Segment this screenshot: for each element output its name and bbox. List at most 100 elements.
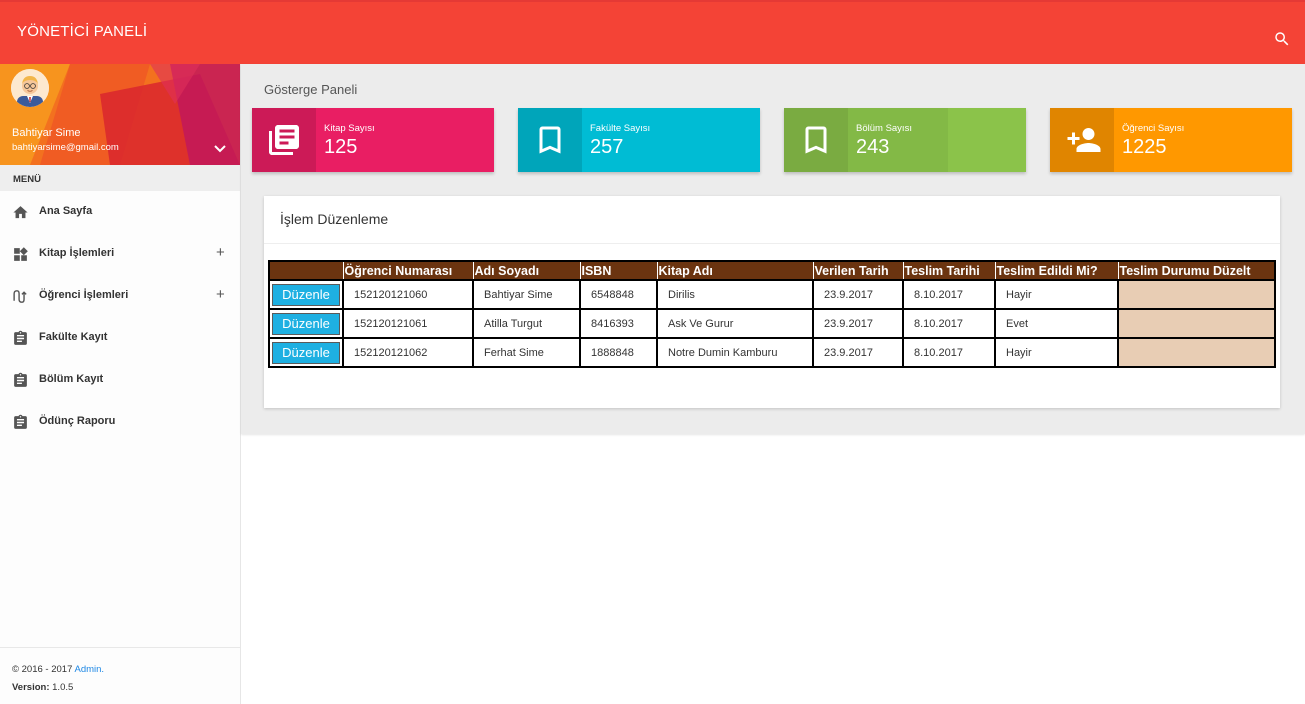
info-box-label: Öğrenci Sayısı — [1122, 123, 1185, 134]
top-bar: YÖNETİCİ PANELİ — [0, 0, 1305, 64]
fix-status-cell[interactable] — [1117, 279, 1276, 310]
sidebar-item-label: Kitap İşlemleri — [39, 247, 115, 259]
column-header: ISBN — [580, 261, 658, 280]
sidebar-item-label: Ana Sayfa — [39, 205, 93, 217]
sidebar-item-ogrenci-islemleri[interactable]: Öğrenci İşlemleri + — [0, 275, 240, 317]
isbn-cell: 8416393 — [579, 308, 658, 339]
info-box-label: Bölüm Sayısı — [856, 123, 912, 134]
book-title-cell: Notre Dumin Kamburu — [656, 337, 814, 368]
search-icon[interactable] — [1273, 30, 1291, 48]
info-box-value: 125 — [324, 136, 358, 158]
info-box-icon-area — [518, 108, 582, 172]
sidebar-item-kitap-islemleri[interactable]: Kitap İşlemleri + — [0, 233, 240, 275]
sidebar-item-fakulte-kayit[interactable]: Fakülte Kayıt — [0, 317, 240, 359]
student-number-cell: 152120121060 — [342, 279, 474, 310]
version-label: Version: — [12, 682, 50, 693]
bookmark-icon — [539, 126, 561, 154]
table-row: Düzenle 152120121060 Bahtiyar Sime 65488… — [268, 279, 1276, 310]
page-title: Gösterge Paneli — [264, 82, 358, 97]
column-header: Öğrenci Numarası — [343, 261, 474, 280]
returned-status-cell: Evet — [994, 308, 1119, 339]
fix-status-cell[interactable] — [1117, 308, 1276, 339]
name-cell: Ferhat Sime — [472, 337, 581, 368]
sidebar-footer: © 2016 - 2017 Admin. Version: 1.0.5 — [0, 647, 240, 697]
edit-button[interactable]: Düzenle — [272, 283, 340, 306]
table-row: Düzenle 152120121061 Atilla Turgut 84163… — [268, 308, 1276, 339]
copyright-line: © 2016 - 2017 Admin. — [12, 661, 240, 679]
column-header: Verilen Tarih — [813, 261, 904, 280]
column-header-actions — [269, 261, 344, 280]
version-line: Version: 1.0.5 — [12, 679, 240, 697]
isbn-cell: 6548848 — [579, 279, 658, 310]
sidebar-item-label: Öğrenci İşlemleri — [39, 289, 129, 301]
isbn-cell: 1888848 — [579, 337, 658, 368]
info-box-icon-area — [1050, 108, 1114, 172]
info-box-fakulte[interactable]: Fakülte Sayısı 257 — [518, 108, 760, 172]
main-content: Gösterge Paneli Kitap Sayısı 125 Fakülte… — [241, 64, 1305, 434]
card-divider — [264, 243, 1280, 244]
edit-button[interactable]: Düzenle — [272, 312, 340, 335]
chevron-down-icon[interactable] — [213, 144, 227, 154]
return-date-cell: 8.10.2017 — [902, 308, 996, 339]
info-box-ogrenci[interactable]: Öğrenci Sayısı 1225 — [1050, 108, 1292, 172]
sidebar-item-bolum-kayit[interactable]: Bölüm Kayıt — [0, 359, 240, 401]
column-header: Kitap Adı — [657, 261, 814, 280]
issue-date-cell: 23.9.2017 — [812, 279, 904, 310]
info-box-value: 257 — [590, 136, 624, 158]
table-row: Düzenle 152120121062 Ferhat Sime 1888848… — [268, 337, 1276, 368]
return-date-cell: 8.10.2017 — [902, 337, 996, 368]
info-box-label: Kitap Sayısı — [324, 123, 375, 134]
copyright-text: © 2016 - 2017 — [12, 664, 73, 675]
info-box-label: Fakülte Sayısı — [590, 123, 651, 134]
timeline-icon — [13, 290, 27, 303]
info-box-value: 1225 — [1122, 136, 1167, 158]
fix-status-cell[interactable] — [1117, 337, 1276, 368]
book-title-cell: Ask Ve Gurur — [656, 308, 814, 339]
person-add-icon — [1067, 128, 1101, 152]
edit-button[interactable]: Düzenle — [272, 341, 340, 364]
version-value: 1.0.5 — [52, 682, 74, 693]
sidebar-item-odunc-raporu[interactable]: Ödünç Raporu — [0, 401, 240, 443]
returned-status-cell: Hayir — [994, 279, 1119, 310]
name-cell: Bahtiyar Sime — [472, 279, 581, 310]
name-cell: Atilla Turgut — [472, 308, 581, 339]
clipboard-icon — [14, 372, 27, 387]
transaction-edit-card: İşlem Düzenleme Öğrenci Numarası Adı Soy… — [264, 196, 1280, 408]
bookmark-icon — [805, 126, 827, 154]
home-icon — [13, 206, 28, 219]
sidebar-item-label: Ödünç Raporu — [39, 415, 116, 427]
user-name: Bahtiyar Sime — [12, 127, 81, 139]
transactions-table: Öğrenci Numarası Adı Soyadı ISBN Kitap A… — [268, 260, 1276, 368]
info-box-icon-area — [784, 108, 848, 172]
expand-plus-icon[interactable]: + — [216, 244, 225, 261]
issue-date-cell: 23.9.2017 — [812, 337, 904, 368]
sidebar-item-label: Bölüm Kayıt — [39, 373, 104, 385]
menu-header: MENÜ — [0, 165, 240, 191]
sidebar-item-label: Fakülte Kayıt — [39, 331, 108, 343]
column-header: Teslim Tarihi — [903, 261, 996, 280]
action-cell: Düzenle — [268, 337, 344, 368]
action-cell: Düzenle — [268, 279, 344, 310]
expand-plus-icon[interactable]: + — [216, 286, 225, 303]
admin-link[interactable]: Admin. — [74, 664, 104, 675]
book-title-cell: Dirilis — [656, 279, 814, 310]
student-number-cell: 152120121061 — [342, 308, 474, 339]
widgets-icon — [14, 247, 28, 261]
library-books-icon — [269, 125, 299, 155]
clipboard-icon — [14, 330, 27, 345]
returned-status-cell: Hayir — [994, 337, 1119, 368]
user-email: bahtiyarsime@gmail.com — [12, 142, 119, 153]
table-header-row: Öğrenci Numarası Adı Soyadı ISBN Kitap A… — [269, 261, 1276, 280]
info-box-icon-area — [252, 108, 316, 172]
app-title: YÖNETİCİ PANELİ — [17, 23, 148, 40]
column-header: Adı Soyadı — [473, 261, 581, 280]
info-box-kitap[interactable]: Kitap Sayısı 125 — [252, 108, 494, 172]
info-box-bolum[interactable]: Bölüm Sayısı 243 — [784, 108, 1026, 172]
sidebar-item-ana-sayfa[interactable]: Ana Sayfa — [0, 191, 240, 233]
avatar[interactable] — [11, 69, 49, 107]
user-info-panel: Bahtiyar Sime bahtiyarsime@gmail.com — [0, 64, 240, 165]
action-cell: Düzenle — [268, 308, 344, 339]
column-header: Teslim Durumu Düzelt — [1118, 261, 1276, 280]
sidebar: Bahtiyar Sime bahtiyarsime@gmail.com MEN… — [0, 64, 241, 704]
avatar-image — [11, 69, 49, 107]
